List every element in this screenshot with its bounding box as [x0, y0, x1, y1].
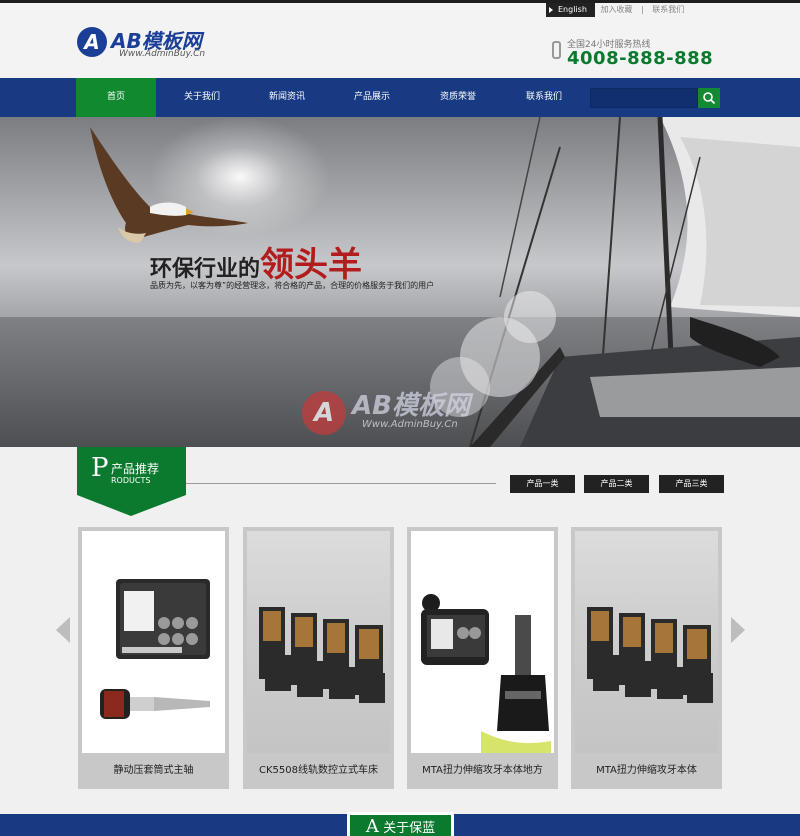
carousel-next-arrow-icon[interactable]: [731, 617, 745, 643]
nav-item-contact[interactable]: 联系我们: [502, 78, 586, 117]
banner-slogan: 环保行业的领头羊: [150, 237, 362, 286]
product-caption[interactable]: MTA扭力伸缩攻牙本体: [571, 753, 722, 789]
product-card[interactable]: CK5508线轨数控立式车床: [243, 527, 394, 789]
watermark-mark: A: [302, 391, 346, 435]
product-caption[interactable]: 静动压套筒式主轴: [78, 753, 229, 789]
nav-item-home[interactable]: 首页: [76, 78, 156, 117]
product-card[interactable]: 静动压套筒式主轴: [78, 527, 229, 789]
eagle-icon: [90, 127, 248, 243]
products-section-tag: P 产品推荐 RODUCTS: [77, 447, 186, 516]
watermark: A AB模板网 Www.AdminBuy.Cn: [302, 385, 502, 445]
search-input[interactable]: [590, 88, 698, 108]
about-section-tag[interactable]: A 关于保蓝: [347, 812, 454, 836]
hotline-number: 4008-888-888: [567, 48, 714, 69]
toplink-separator: |: [640, 5, 644, 14]
language-english-link[interactable]: English: [546, 3, 595, 17]
phone-icon: [552, 41, 561, 59]
carousel-prev-arrow-icon[interactable]: [56, 617, 70, 643]
search-icon: [703, 92, 716, 105]
product-image[interactable]: [411, 531, 554, 753]
about-tag-letter: A: [365, 816, 379, 836]
nav-item-honors[interactable]: 资质荣誉: [415, 78, 501, 117]
product-caption[interactable]: MTA扭力伸缩攻牙本体地方: [407, 753, 558, 789]
products-tag-letter: P: [91, 453, 109, 483]
slogan-part2: 领头羊: [260, 245, 363, 285]
nav-item-products[interactable]: 产品展示: [330, 78, 414, 117]
about-section-title: 关于保蓝: [383, 821, 436, 836]
top-links: English 加入收藏 | 联系我们: [546, 3, 687, 17]
category-tab-2[interactable]: 产品二类: [584, 475, 649, 493]
search-box: [590, 88, 720, 108]
products-section-en: RODUCTS: [111, 476, 151, 485]
add-favorite-link[interactable]: 加入收藏: [597, 5, 635, 14]
nav-item-about[interactable]: 关于我们: [160, 78, 244, 117]
product-card[interactable]: MTA扭力伸缩攻牙本体: [571, 527, 722, 789]
nav-item-news[interactable]: 新闻资讯: [245, 78, 329, 117]
product-caption[interactable]: CK5508线轨数控立式车床: [243, 753, 394, 789]
banner-description: 品质为先，以客为尊”的经营理念，将合格的产品，合理的价格服务于我们的用户: [150, 281, 435, 290]
logo-mark: A: [77, 27, 107, 57]
slogan-part1: 环保行业的: [150, 256, 261, 282]
products-section-title: 产品推荐: [111, 462, 160, 476]
search-button[interactable]: [698, 88, 720, 108]
logo-subtext: Www.AdminBuy.Cn: [119, 49, 206, 59]
product-image[interactable]: [247, 531, 390, 753]
section-divider: [186, 483, 496, 484]
category-tab-3[interactable]: 产品三类: [659, 475, 724, 493]
contact-us-link[interactable]: 联系我们: [649, 5, 687, 14]
hero-banner[interactable]: 环保行业的领头羊 品质为先，以客为尊”的经营理念，将合格的产品，合理的价格服务于…: [0, 117, 800, 447]
product-card[interactable]: MTA扭力伸缩攻牙本体地方: [407, 527, 558, 789]
product-image[interactable]: [82, 531, 225, 753]
site-logo[interactable]: A AB模板网 Www.AdminBuy.Cn: [77, 25, 237, 65]
category-tab-1[interactable]: 产品一类: [510, 475, 575, 493]
product-image[interactable]: [575, 531, 718, 753]
watermark-subtext: Www.AdminBuy.Cn: [362, 419, 458, 430]
watermark-text: AB模板网: [352, 391, 470, 421]
